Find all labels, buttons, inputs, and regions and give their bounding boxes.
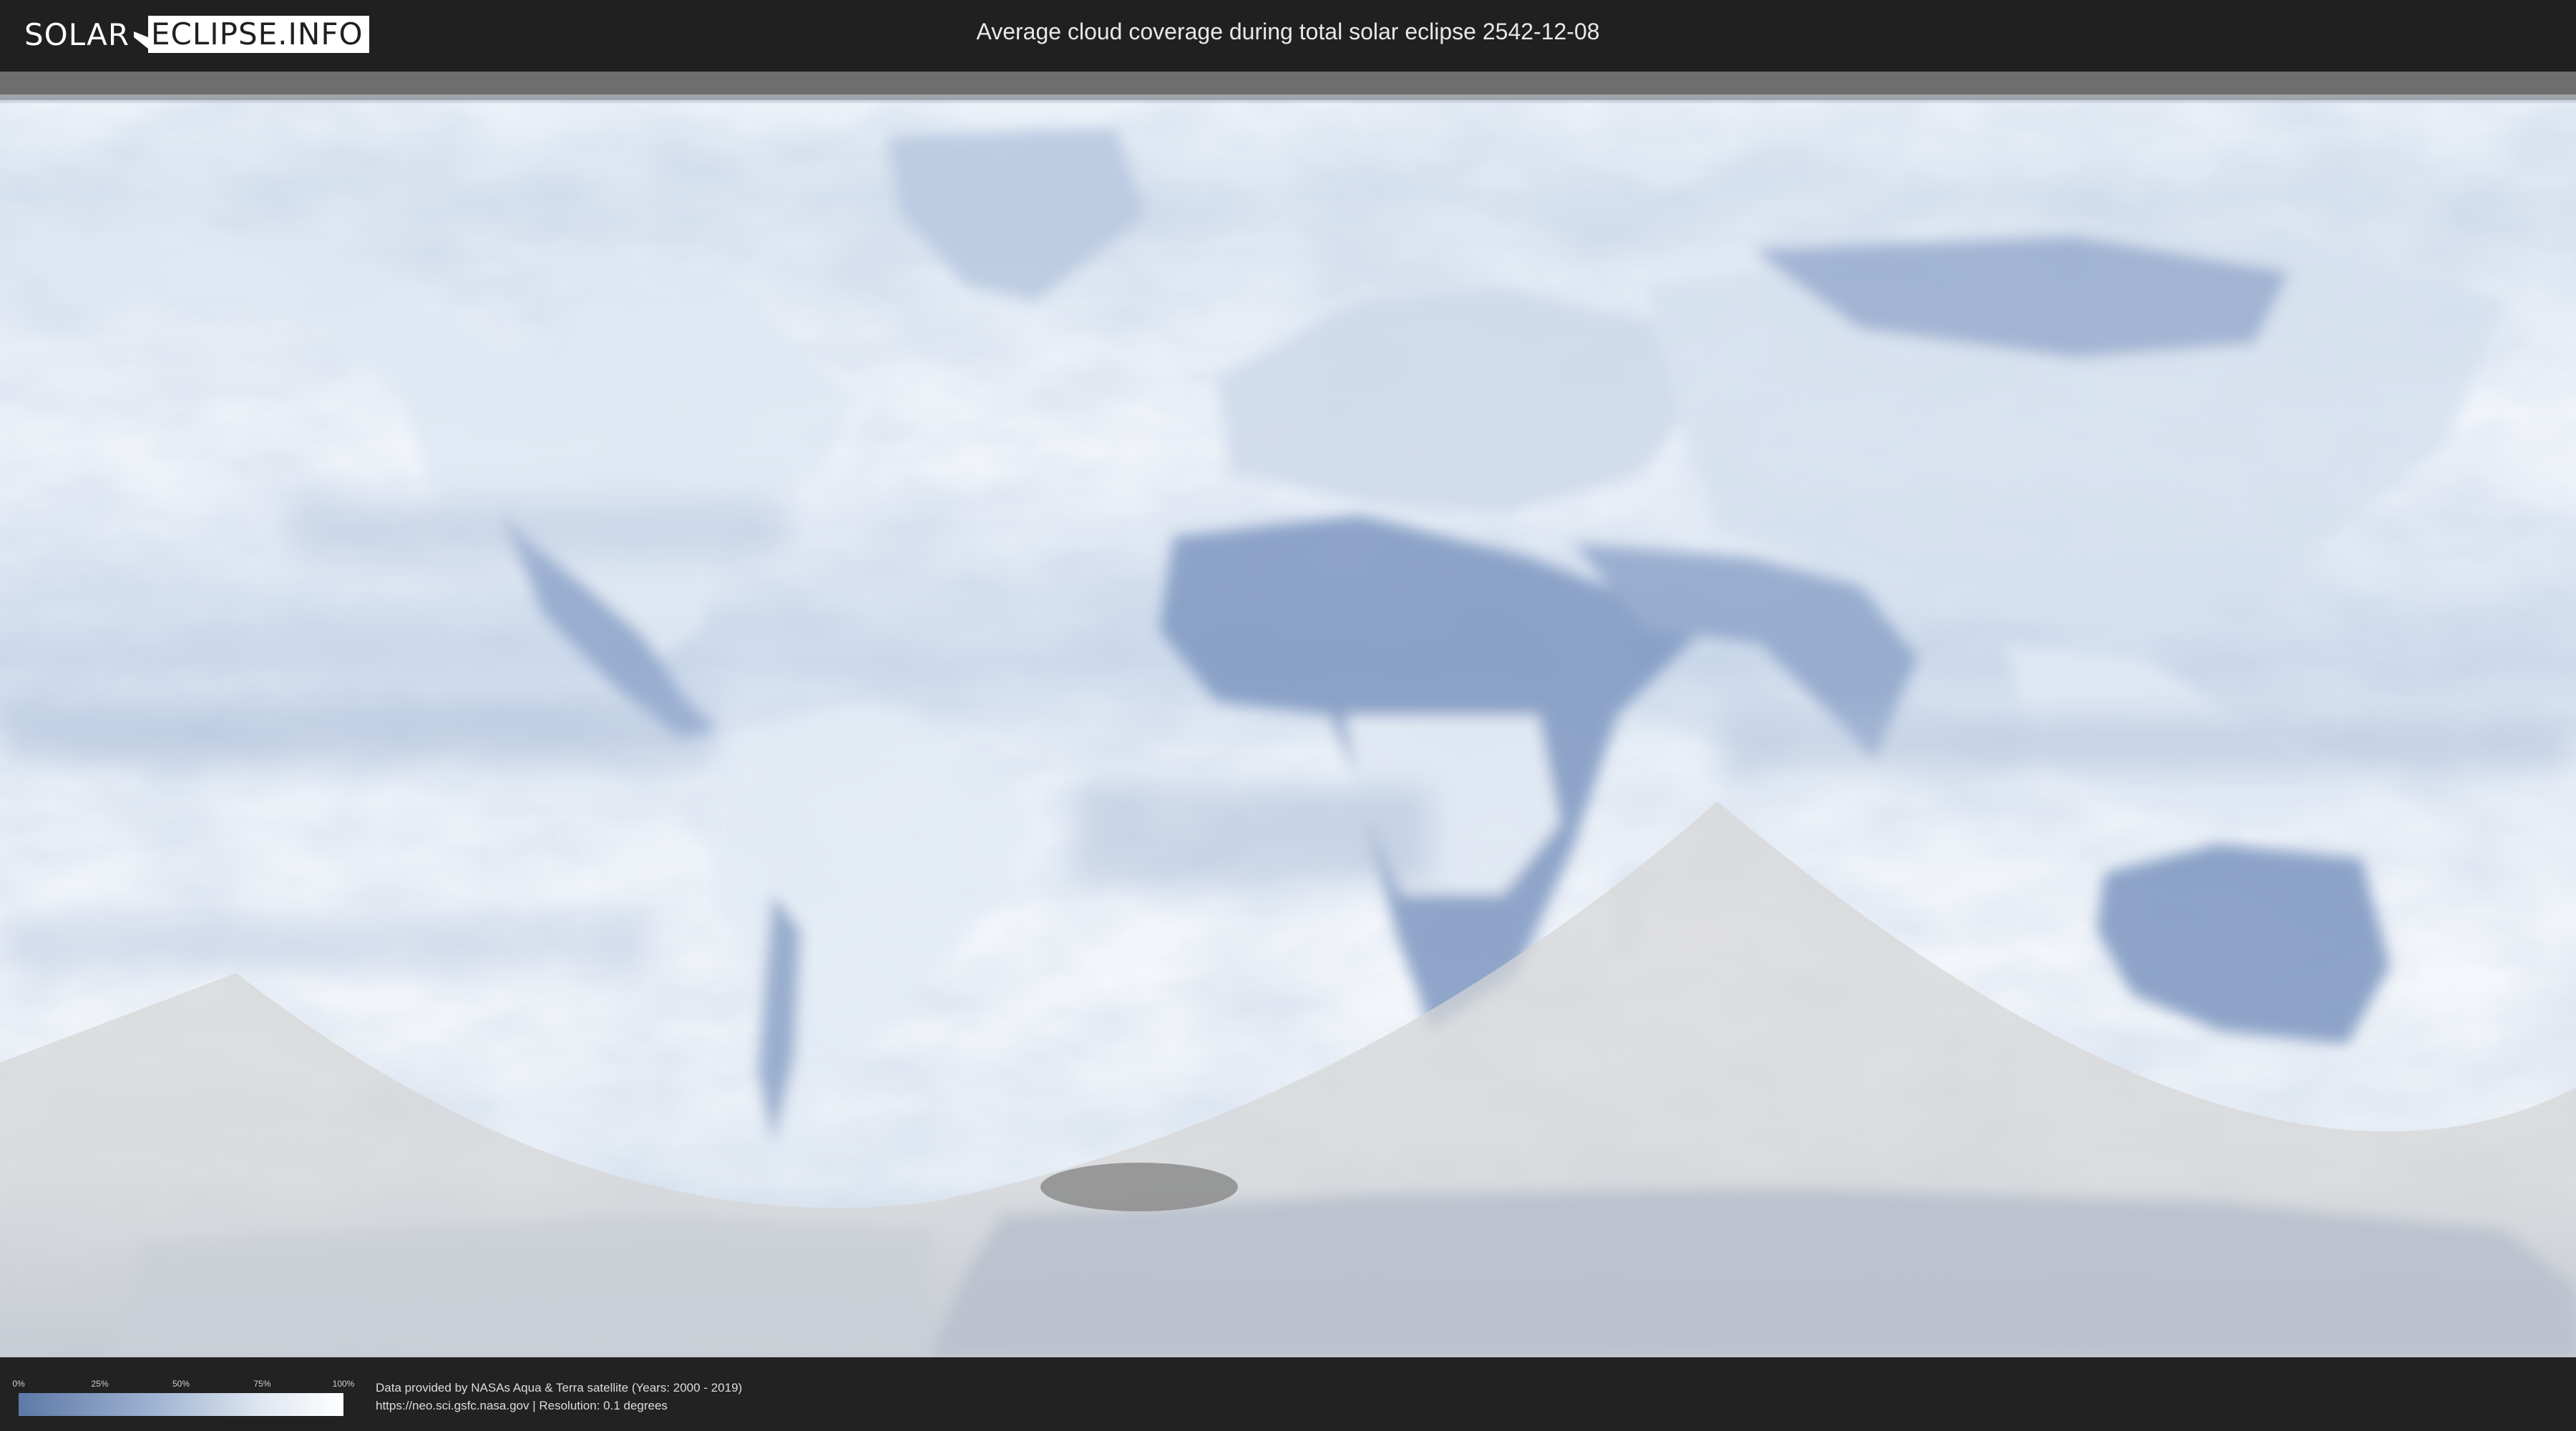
- attribution-url: https://neo.sci.gsfc.nasa.gov | Resoluti…: [376, 1399, 668, 1412]
- umbra-shadow: [1040, 1163, 1238, 1211]
- legend-tick-75: 75%: [253, 1379, 271, 1389]
- cloud-coverage-legend: 0% 25% 50% 75% 100%: [12, 1377, 354, 1416]
- header-bar: SOLAR ECLIPSE.INFO Average cloud coverag…: [0, 0, 2576, 72]
- legend-tick-0: 0%: [12, 1379, 25, 1389]
- legend-tick-25: 25%: [91, 1379, 109, 1389]
- legend-tick-50: 50%: [172, 1379, 190, 1389]
- legend-tick-100: 100%: [332, 1379, 355, 1389]
- attribution-source: Data provided by NASAs Aqua & Terra sate…: [376, 1381, 743, 1395]
- legend-ticks: 0% 25% 50% 75% 100%: [12, 1377, 354, 1393]
- legend-gradient-bar: [19, 1393, 343, 1416]
- map-top-haze: [0, 94, 2576, 103]
- footer-bar: 0% 25% 50% 75% 100% Data provided by NAS…: [0, 1357, 2576, 1431]
- cloud-coverage-map: [0, 72, 2576, 1357]
- page-title: Average cloud coverage during total sola…: [976, 19, 1600, 44]
- world-map: [0, 72, 2576, 1357]
- data-attribution: Data provided by NASAs Aqua & Terra sate…: [376, 1379, 742, 1415]
